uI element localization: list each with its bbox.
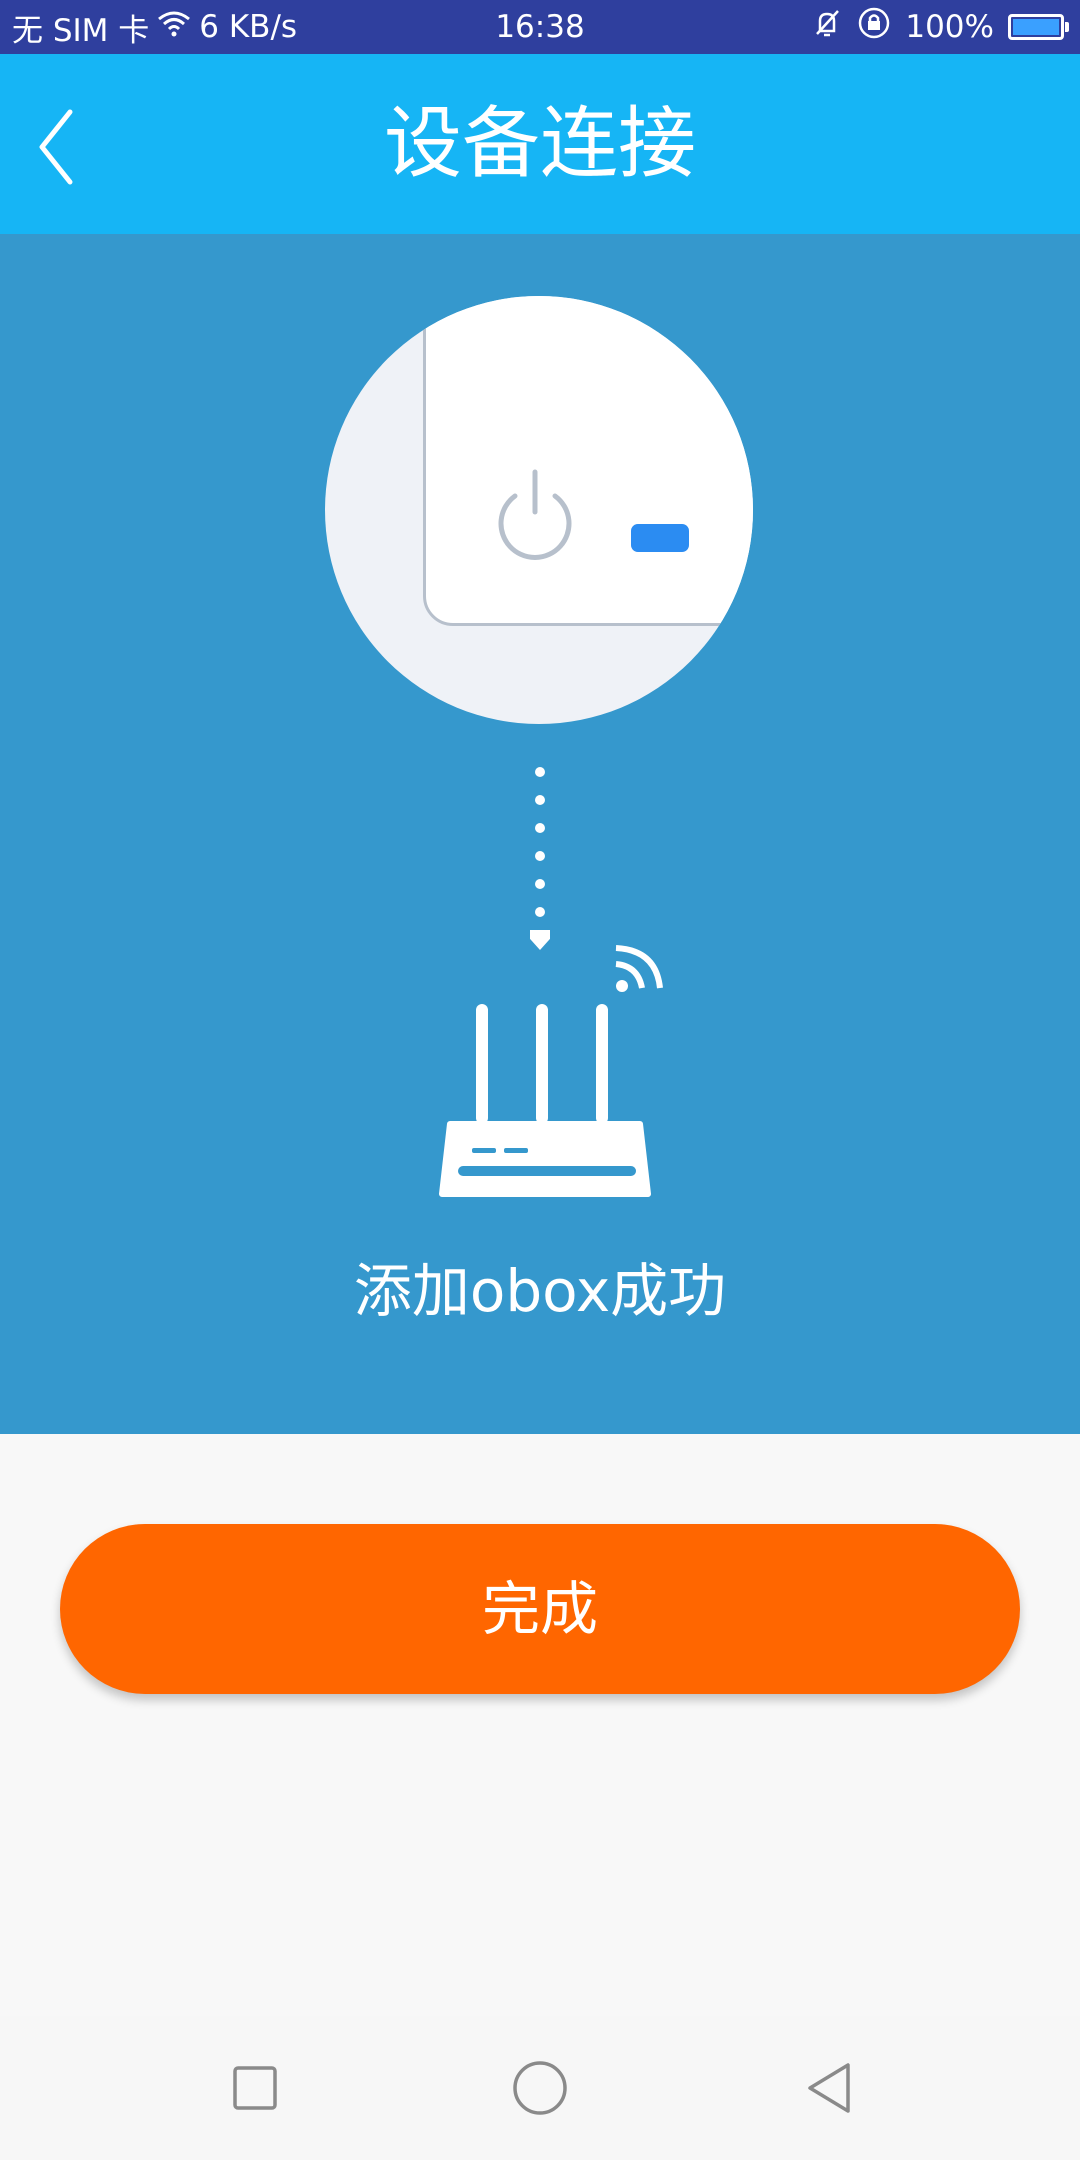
status-right: 100% [811, 0, 1069, 54]
navigation-bar [0, 2016, 1080, 2160]
rotation-lock-icon [857, 6, 891, 48]
home-button[interactable] [510, 2058, 570, 2118]
app-bar: 设备连接 [0, 54, 1080, 234]
router-icon [439, 945, 663, 1197]
status-bar: 无 SIM 卡 6 KB/s 16:38 100% [0, 0, 1080, 54]
recents-button[interactable] [225, 2058, 285, 2118]
square-icon [233, 2066, 277, 2110]
power-icon [498, 469, 572, 560]
battery-percent: 100% [905, 9, 994, 45]
device-connection-screen: 无 SIM 卡 6 KB/s 16:38 100% 设备连接 添加obox成功 … [0, 0, 1080, 2160]
circle-icon [513, 2061, 567, 2115]
indicator-led [631, 524, 689, 552]
back-nav-button[interactable] [800, 2058, 860, 2118]
success-message: 添加obox成功 [353, 1257, 727, 1325]
wifi-signal-icon [615, 945, 663, 992]
page-title: 设备连接 [383, 99, 696, 189]
smart-switch-device [325, 296, 753, 724]
dotted-down-arrow-icon [530, 767, 550, 950]
triangle-back-icon [808, 2063, 850, 2113]
battery-icon [1008, 14, 1069, 40]
connection-illustration: 添加obox成功 [0, 234, 1080, 1434]
done-button[interactable]: 完成 [60, 1524, 1020, 1694]
mute-vibrate-icon [811, 7, 843, 47]
battery-level-fill [1013, 19, 1059, 35]
device-panel [423, 296, 753, 626]
